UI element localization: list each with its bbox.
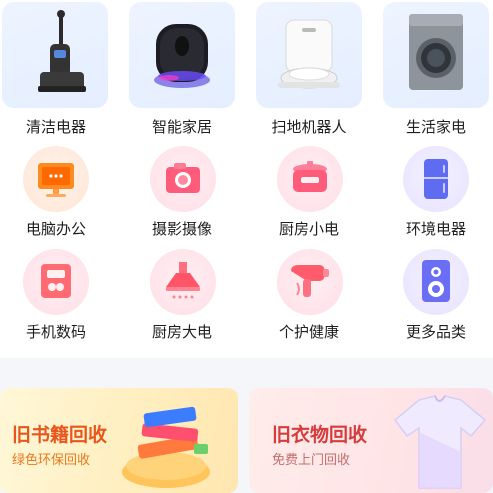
category-tile-phone[interactable] — [23, 249, 89, 315]
category-label[interactable]: 电脑办公 — [0, 218, 119, 239]
category-label[interactable]: 更多品类 — [373, 321, 493, 342]
category-tile-large-kitchen[interactable] — [150, 249, 216, 315]
robot-vacuum-icon — [278, 19, 340, 89]
category-tile-personal-care[interactable] — [277, 249, 343, 315]
banner-title: 旧书籍回收 — [12, 424, 108, 446]
category-label[interactable]: 摄影摄像 — [119, 218, 245, 239]
speaker-icon — [422, 260, 450, 302]
category-label[interactable]: 厨房大电 — [119, 321, 245, 342]
category-label[interactable]: 厨房小电 — [246, 218, 372, 239]
category-tile-computer[interactable] — [23, 146, 89, 212]
category-label[interactable]: 智能家居 — [119, 116, 245, 137]
rice-cooker-icon — [293, 161, 327, 192]
washing-machine-icon — [409, 14, 463, 90]
range-hood-icon — [166, 262, 200, 299]
phone-icon — [41, 264, 71, 298]
shirt-icon — [393, 395, 487, 489]
camera-icon — [166, 163, 200, 193]
featured-categories: 清洁电器 智能家居 扫地机器人 生活家电 — [0, 0, 493, 140]
banner-title: 旧衣物回收 — [272, 424, 368, 446]
category-tile-home-appliance[interactable] — [383, 2, 489, 108]
category-tile-environment[interactable] — [403, 146, 469, 212]
category-tile-robot-vacuum[interactable] — [256, 2, 362, 108]
category-label[interactable]: 扫地机器人 — [246, 116, 372, 137]
books-icon — [122, 406, 210, 488]
recycle-clothes-banner[interactable]: 旧衣物回收 免费上门回收 — [249, 388, 493, 493]
category-tile-camera[interactable] — [150, 146, 216, 212]
category-label[interactable]: 清洁电器 — [0, 116, 119, 137]
category-tile-cleaning[interactable] — [2, 2, 108, 108]
category-label[interactable]: 环境电器 — [373, 218, 493, 239]
category-label[interactable]: 生活家电 — [373, 116, 493, 137]
category-label[interactable]: 个护健康 — [246, 321, 372, 342]
category-tile-smart-home[interactable] — [129, 2, 235, 108]
banner-subtitle: 免费上门回收 — [272, 453, 351, 468]
refrigerator-icon — [424, 159, 448, 199]
smart-speaker-icon — [154, 24, 210, 88]
monitor-icon — [38, 163, 74, 197]
category-tile-more[interactable] — [403, 249, 469, 315]
category-tile-small-kitchen[interactable] — [277, 146, 343, 212]
recycle-books-banner[interactable]: 旧书籍回收 绿色环保回收 — [0, 388, 238, 493]
banner-subtitle: 绿色环保回收 — [12, 453, 91, 468]
category-label[interactable]: 手机数码 — [0, 321, 119, 342]
vacuum-cleaner-icon — [38, 10, 86, 92]
hair-dryer-icon — [291, 265, 329, 297]
